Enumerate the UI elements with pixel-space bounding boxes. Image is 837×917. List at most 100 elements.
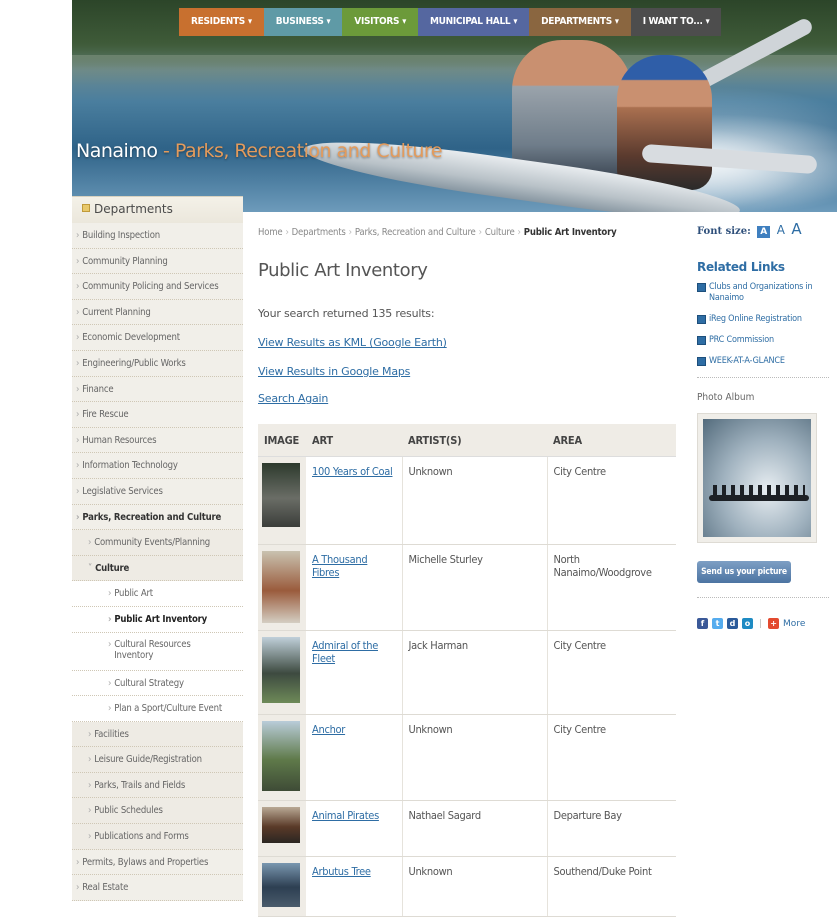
sidebar-item-information-technology[interactable]: › Information Technology [72, 453, 243, 479]
font-size-medium-button[interactable]: A [777, 223, 785, 237]
related-link-clubs-and-organizations-in-nanaimo[interactable]: Clubs and Organizations in Nanaimo [697, 282, 829, 304]
cell-text: Unknown [408, 865, 453, 878]
font-size-large-button[interactable]: A [791, 220, 801, 238]
sidebar-list: › Building Inspection › Community Planning ›… [72, 223, 243, 901]
sidebar-item-leisure-guide-registration[interactable]: › Leisure Guide/Registration [72, 747, 243, 773]
delicious-icon[interactable]: d [727, 618, 738, 629]
sidebar-item-label: Engineering/Public Works [82, 357, 186, 369]
google-maps-results-link[interactable]: View Results in Google Maps [258, 365, 678, 378]
breadcrumb-parks-recreation-and-culture[interactable]: Parks, Recreation and Culture [355, 227, 476, 238]
art-link-100-years-of-coal[interactable]: 100 Years of Coal [312, 465, 393, 478]
sidebar-item-legislative-services[interactable]: › Legislative Services [72, 478, 243, 505]
sidebar-item-label: Real Estate [82, 882, 129, 894]
art-link-a-thousand-fibres[interactable]: A Thousand Fibres [312, 553, 368, 579]
sidebar-item-label: Permits, Bylaws and Properties [82, 856, 209, 868]
sidebar-item-plan-a-sport-culture-event[interactable]: › Plan a Sport/Culture Event [72, 696, 243, 722]
kml-results-link[interactable]: View Results as KML (Google Earth) [258, 336, 678, 349]
related-link-ireg-online-registration[interactable]: iReg Online Registration [697, 314, 829, 325]
sidebar-item-finance[interactable]: › Finance [72, 376, 243, 403]
chevron-right-icon: › [108, 638, 112, 650]
sidebar-item-facilities[interactable]: › Facilities [72, 721, 243, 748]
breadcrumb-culture[interactable]: Culture [485, 227, 515, 238]
sidebar-item-economic-development[interactable]: › Economic Development [72, 325, 243, 351]
sidebar-item-label: Leisure Guide/Registration [94, 754, 202, 766]
sidebar-item-community-planning[interactable]: › Community Planning [72, 248, 243, 275]
sidebar-item-building-inspection[interactable]: › Building Inspection [72, 223, 243, 249]
nav-label: MUNICIPAL HALL [429, 16, 511, 27]
sidebar-item-fire-rescue[interactable]: › Fire Rescue [72, 402, 243, 428]
art-inventory-table: IMAGE ART ARTIST(S) AREA 100 Years of Co… [258, 424, 676, 917]
art-thumbnail-image[interactable] [262, 551, 300, 623]
font-size-small-button[interactable]: A [757, 226, 771, 238]
digg-icon[interactable]: o [742, 618, 753, 629]
chevron-right-icon: › [108, 677, 112, 689]
column-header-art: ART [306, 424, 402, 457]
breadcrumb-departments[interactable]: Departments [292, 227, 346, 238]
share-more-label[interactable]: More [783, 619, 805, 629]
sidebar-item-label: Parks, Recreation and Culture [82, 511, 222, 523]
sidebar-item-real-estate[interactable]: › Real Estate [72, 875, 243, 901]
nav-label: RESIDENTS [191, 16, 245, 27]
search-again-link[interactable]: Search Again [258, 392, 678, 405]
art-thumbnail-image[interactable] [262, 721, 300, 791]
dropdown-caret-icon: ▾ [402, 17, 406, 27]
facebook-icon[interactable]: f [697, 618, 708, 629]
chevron-right-icon: › [76, 332, 80, 344]
nav-municipal-hall[interactable]: MUNICIPAL HALL ▾ [417, 8, 530, 36]
breadcrumb-separator-icon: › [285, 227, 289, 238]
breadcrumb-home[interactable]: Home [258, 227, 283, 238]
square-bullet-icon [697, 283, 706, 292]
sidebar-item-publications-and-forms[interactable]: › Publications and Forms [72, 824, 243, 850]
photo-album-frame[interactable] [697, 413, 817, 543]
share-more-icon[interactable]: + [768, 618, 780, 629]
sidebar-item-community-events-planning[interactable]: › Community Events/Planning [72, 530, 243, 556]
related-link-label: WEEK-AT-A-GLANCE [709, 356, 785, 366]
related-link-week-at-a-glance[interactable]: WEEK-AT-A-GLANCE [697, 356, 829, 367]
sidebar-item-human-resources[interactable]: › Human Resources [72, 427, 243, 454]
art-thumbnail-image[interactable] [262, 637, 300, 703]
art-link-anchor[interactable]: Anchor [312, 723, 345, 736]
sidebar-item-culture[interactable]: ˅ Culture [72, 555, 243, 582]
sidebar-item-public-art-inventory[interactable]: › Public Art Inventory [72, 606, 243, 633]
sidebar-item-parks-trails-and-fields[interactable]: › Parks, Trails and Fields [72, 772, 243, 799]
sidebar-item-community-policing-and-services[interactable]: › Community Policing and Services [72, 274, 243, 300]
table-row: Anchor Unknown City Centre [258, 714, 676, 801]
sidebar-item-current-planning[interactable]: › Current Planning [72, 299, 243, 326]
sidebar-item-label: Current Planning [82, 306, 151, 318]
site-title[interactable]: Nanaimo - Parks, Recreation and Culture [76, 140, 443, 162]
related-link-label: PRC Commission [709, 335, 774, 345]
art-link-admiral-of-the-fleet[interactable]: Admiral of the Fleet [312, 639, 378, 665]
sidebar-item-cultural-strategy[interactable]: › Cultural Strategy [72, 670, 243, 697]
sidebar-item-public-schedules[interactable]: › Public Schedules [72, 798, 243, 825]
sidebar-item-cultural-resources-inventory[interactable]: › Cultural Resources Inventory [72, 632, 243, 671]
nav-residents[interactable]: RESIDENTS ▾ [179, 8, 264, 36]
related-link-prc-commission[interactable]: PRC Commission [697, 335, 829, 346]
chevron-right-icon: › [76, 357, 80, 369]
cell-text: Unknown [408, 723, 453, 736]
nav-departments[interactable]: DEPARTMENTS ▾ [529, 8, 631, 36]
sidebar-header[interactable]: Departments [72, 196, 243, 223]
art-thumbnail-image[interactable] [262, 807, 300, 843]
art-thumbnail-image[interactable] [262, 463, 300, 527]
square-bullet-icon [82, 204, 90, 212]
area-cell: North Nanaimo/Woodgrove [546, 544, 676, 631]
sidebar-item-parks-recreation-and-culture[interactable]: › Parks, Recreation and Culture [72, 504, 243, 531]
art-thumbnail-image[interactable] [262, 863, 300, 907]
chevron-right-icon: › [76, 434, 80, 446]
cell-text: Nanaimo/Woodgrove [553, 566, 652, 579]
cell-text: A Thousand [312, 553, 368, 566]
send-picture-button[interactable]: Send us your picture [697, 561, 791, 583]
art-link-arbutus-tree[interactable]: Arbutus Tree [312, 865, 371, 878]
sidebar-item-permits-bylaws-and-properties[interactable]: › Permits, Bylaws and Properties [72, 849, 243, 876]
image-cell [258, 544, 306, 631]
sidebar-item-label: Community Planning [82, 255, 168, 267]
art-link-animal-pirates[interactable]: Animal Pirates [312, 809, 379, 822]
nav-i-want-to[interactable]: I WANT TO... ▾ [630, 8, 722, 36]
sidebar-item-public-art[interactable]: › Public Art [72, 581, 243, 607]
nav-business[interactable]: BUSINESS ▾ [263, 8, 343, 36]
nav-visitors[interactable]: VISITORS ▾ [342, 8, 418, 36]
twitter-icon[interactable]: t [712, 618, 723, 629]
sidebar-item-engineering-public-works[interactable]: › Engineering/Public Works [72, 350, 243, 377]
area-cell: City Centre [546, 630, 676, 715]
sidebar-item-label: Building Inspection [82, 230, 160, 241]
